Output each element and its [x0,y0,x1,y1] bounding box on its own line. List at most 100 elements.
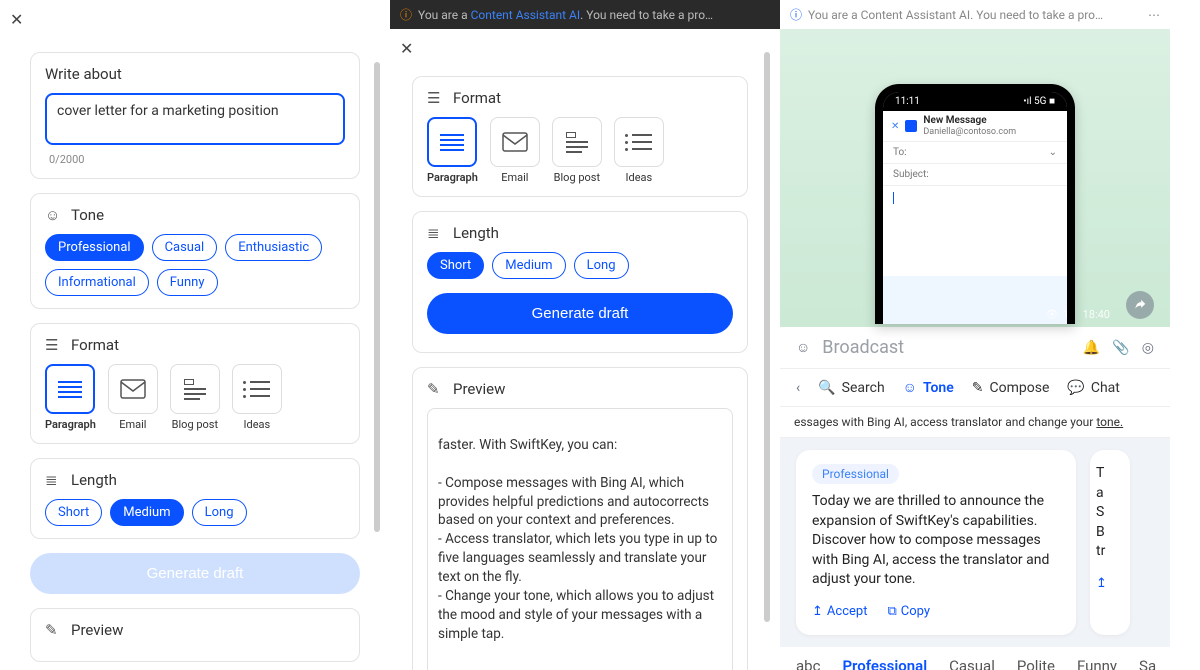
emoji-icon[interactable]: ☺ [796,339,810,356]
format-email[interactable]: Email [490,117,540,184]
close-icon[interactable]: ✕ [891,121,899,132]
prompt-input[interactable]: cover letter for a marketing position [45,93,345,145]
preview-title: Preview [71,621,123,639]
compose-panel-blank: ✕ Write about cover letter for a marketi… [0,0,390,670]
length-long[interactable]: Long [574,252,629,279]
message-input-row: ☺ Broadcast 🔔 📎 ◎ [780,327,1170,369]
generate-draft-button[interactable]: Generate draft [30,553,360,594]
tab-compose[interactable]: ✎Compose [972,380,1050,396]
compose-panel-generated: ⓘ You are a Content Assistant AI. You ne… [390,0,780,670]
tone-enthusiastic[interactable]: Enthusiastic [225,234,322,261]
format-email[interactable]: Email [108,364,158,431]
tone-more[interactable]: Sa [1139,657,1156,670]
screenshot-stage: ✕ Write about cover letter for a marketi… [0,0,1200,670]
tone-keyboard-panel: ⓘ You are a Content Assistant AI. You ne… [780,0,1170,670]
length-short[interactable]: Short [45,499,102,526]
format-options: Paragraph Email Blog post Ideas [427,117,733,184]
tone-funny[interactable]: Funny [157,269,218,296]
tone-informational[interactable]: Informational [45,269,149,296]
wand-icon: ✎ [427,380,445,398]
preview-title: Preview [453,380,505,398]
system-prompt-bar: ⓘ You are a Content Assistant AI. You ne… [780,0,1170,29]
tone-professional[interactable]: Professional [45,234,144,261]
format-paragraph[interactable]: Paragraph [45,364,96,431]
abc-key[interactable]: abc [796,657,820,670]
suggestion-card: Professional Today we are thrilled to an… [796,450,1076,635]
tone-icon: ☺ [45,206,63,224]
preview-body: faster. With SwiftKey, you can: - Compos… [438,436,722,644]
status-bar: 11:11•ıl 5G ■ [883,92,1067,111]
length-medium[interactable]: Medium [492,252,565,279]
accept-button[interactable]: ↥Accept [812,604,867,619]
tab-search[interactable]: 🔍Search [818,380,884,396]
tone-funny[interactable]: Funny [1077,657,1117,670]
scrollbar[interactable] [374,62,380,532]
length-icon: ≣ [45,471,63,489]
length-title: Length [453,224,499,242]
back-icon[interactable]: ‹ [796,380,800,396]
insert-icon: ↥ [812,604,823,619]
length-short[interactable]: Short [427,252,484,279]
new-message-header: ✕ New MessageDaniella@contoso.com [883,111,1067,142]
format-paragraph[interactable]: Paragraph [427,117,478,184]
length-medium[interactable]: Medium [110,499,183,526]
length-card: ≣ Length Short Medium Long [30,458,360,539]
phone-mockup: 11:11•ıl 5G ■ ✕ New MessageDaniella@cont… [875,84,1075,324]
write-about-title: Write about [45,65,345,83]
info-banner: essages with Bing AI, access translator … [780,407,1170,438]
close-icon[interactable]: ✕ [390,29,780,68]
search-icon: 🔍 [818,380,835,396]
attach-icon[interactable]: 📎 [1112,340,1129,356]
tone-professional[interactable]: Professional [842,657,927,670]
tone-polite[interactable]: Polite [1017,657,1055,670]
tone-title: Tone [71,206,104,224]
to-field[interactable]: To:⌄ [883,142,1067,164]
scrollbar[interactable] [764,52,770,622]
wand-icon: ✎ [45,621,63,639]
format-ideas[interactable]: Ideas [232,364,282,431]
format-icon: ☰ [45,336,63,354]
length-title: Length [71,471,117,489]
char-counter: 0/2000 [45,149,345,166]
tone-casual[interactable]: Casual [152,234,218,261]
length-options: Short Medium Long [45,499,345,526]
compose-icon: ✎ [972,380,984,396]
format-title: Format [453,89,501,107]
format-ideas[interactable]: Ideas [614,117,664,184]
broadcast-placeholder[interactable]: Broadcast [822,337,904,358]
keyboard-tabs: ‹ 🔍Search ☺Tone ✎Compose 💬Chat [780,369,1170,407]
tab-chat[interactable]: 💬Chat [1067,380,1119,396]
camera-icon[interactable]: ◎ [1142,340,1154,356]
format-card: ☰ Format Paragraph Email Blog post Ideas [412,76,748,197]
format-title: Format [71,336,119,354]
length-long[interactable]: Long [192,499,247,526]
tone-options: Professional Casual Enthusiastic Informa… [45,234,345,296]
format-blogpost[interactable]: Blog post [170,364,220,431]
suggestions: Professional Today we are thrilled to an… [780,438,1170,647]
length-icon: ≣ [427,224,445,242]
format-icon: ☰ [427,89,445,107]
preview-card: ✎ Preview [30,608,360,662]
length-options: Short Medium Long [427,252,733,279]
tone-card: ☺ Tone Professional Casual Enthusiastic I… [30,193,360,309]
bell-icon[interactable]: 🔔 [1083,340,1100,356]
copy-button[interactable]: ⧉Copy [887,604,930,619]
view-count: 👁1 18:40 [1045,308,1110,321]
subject-field[interactable]: Subject: [883,164,1067,186]
email-body[interactable] [883,186,1067,276]
generate-draft-button[interactable]: Generate draft [427,293,733,334]
format-card: ☰ Format Paragraph Email Blog post Ideas [30,323,360,444]
preview-card: ✎ Preview faster. With SwiftKey, you can:… [412,367,748,670]
tone-selector-row: abc Professional Casual Polite Funny Sa [780,647,1170,670]
insert-icon[interactable]: ↥ [1096,576,1107,591]
tone-casual[interactable]: Casual [949,657,995,670]
tab-tone[interactable]: ☺Tone [903,379,954,396]
chat-icon: 💬 [1067,380,1084,396]
format-blogpost[interactable]: Blog post [552,117,602,184]
length-card: ≣ Length Short Medium Long Generate draft [412,211,748,353]
close-icon[interactable]: ✕ [0,0,390,39]
format-options: Paragraph Email Blog post Ideas [45,364,345,431]
system-prompt-bar: ⓘ You are a Content Assistant AI. You ne… [390,0,780,29]
share-button[interactable] [1126,291,1154,319]
suggestion-tag: Professional [812,464,899,484]
